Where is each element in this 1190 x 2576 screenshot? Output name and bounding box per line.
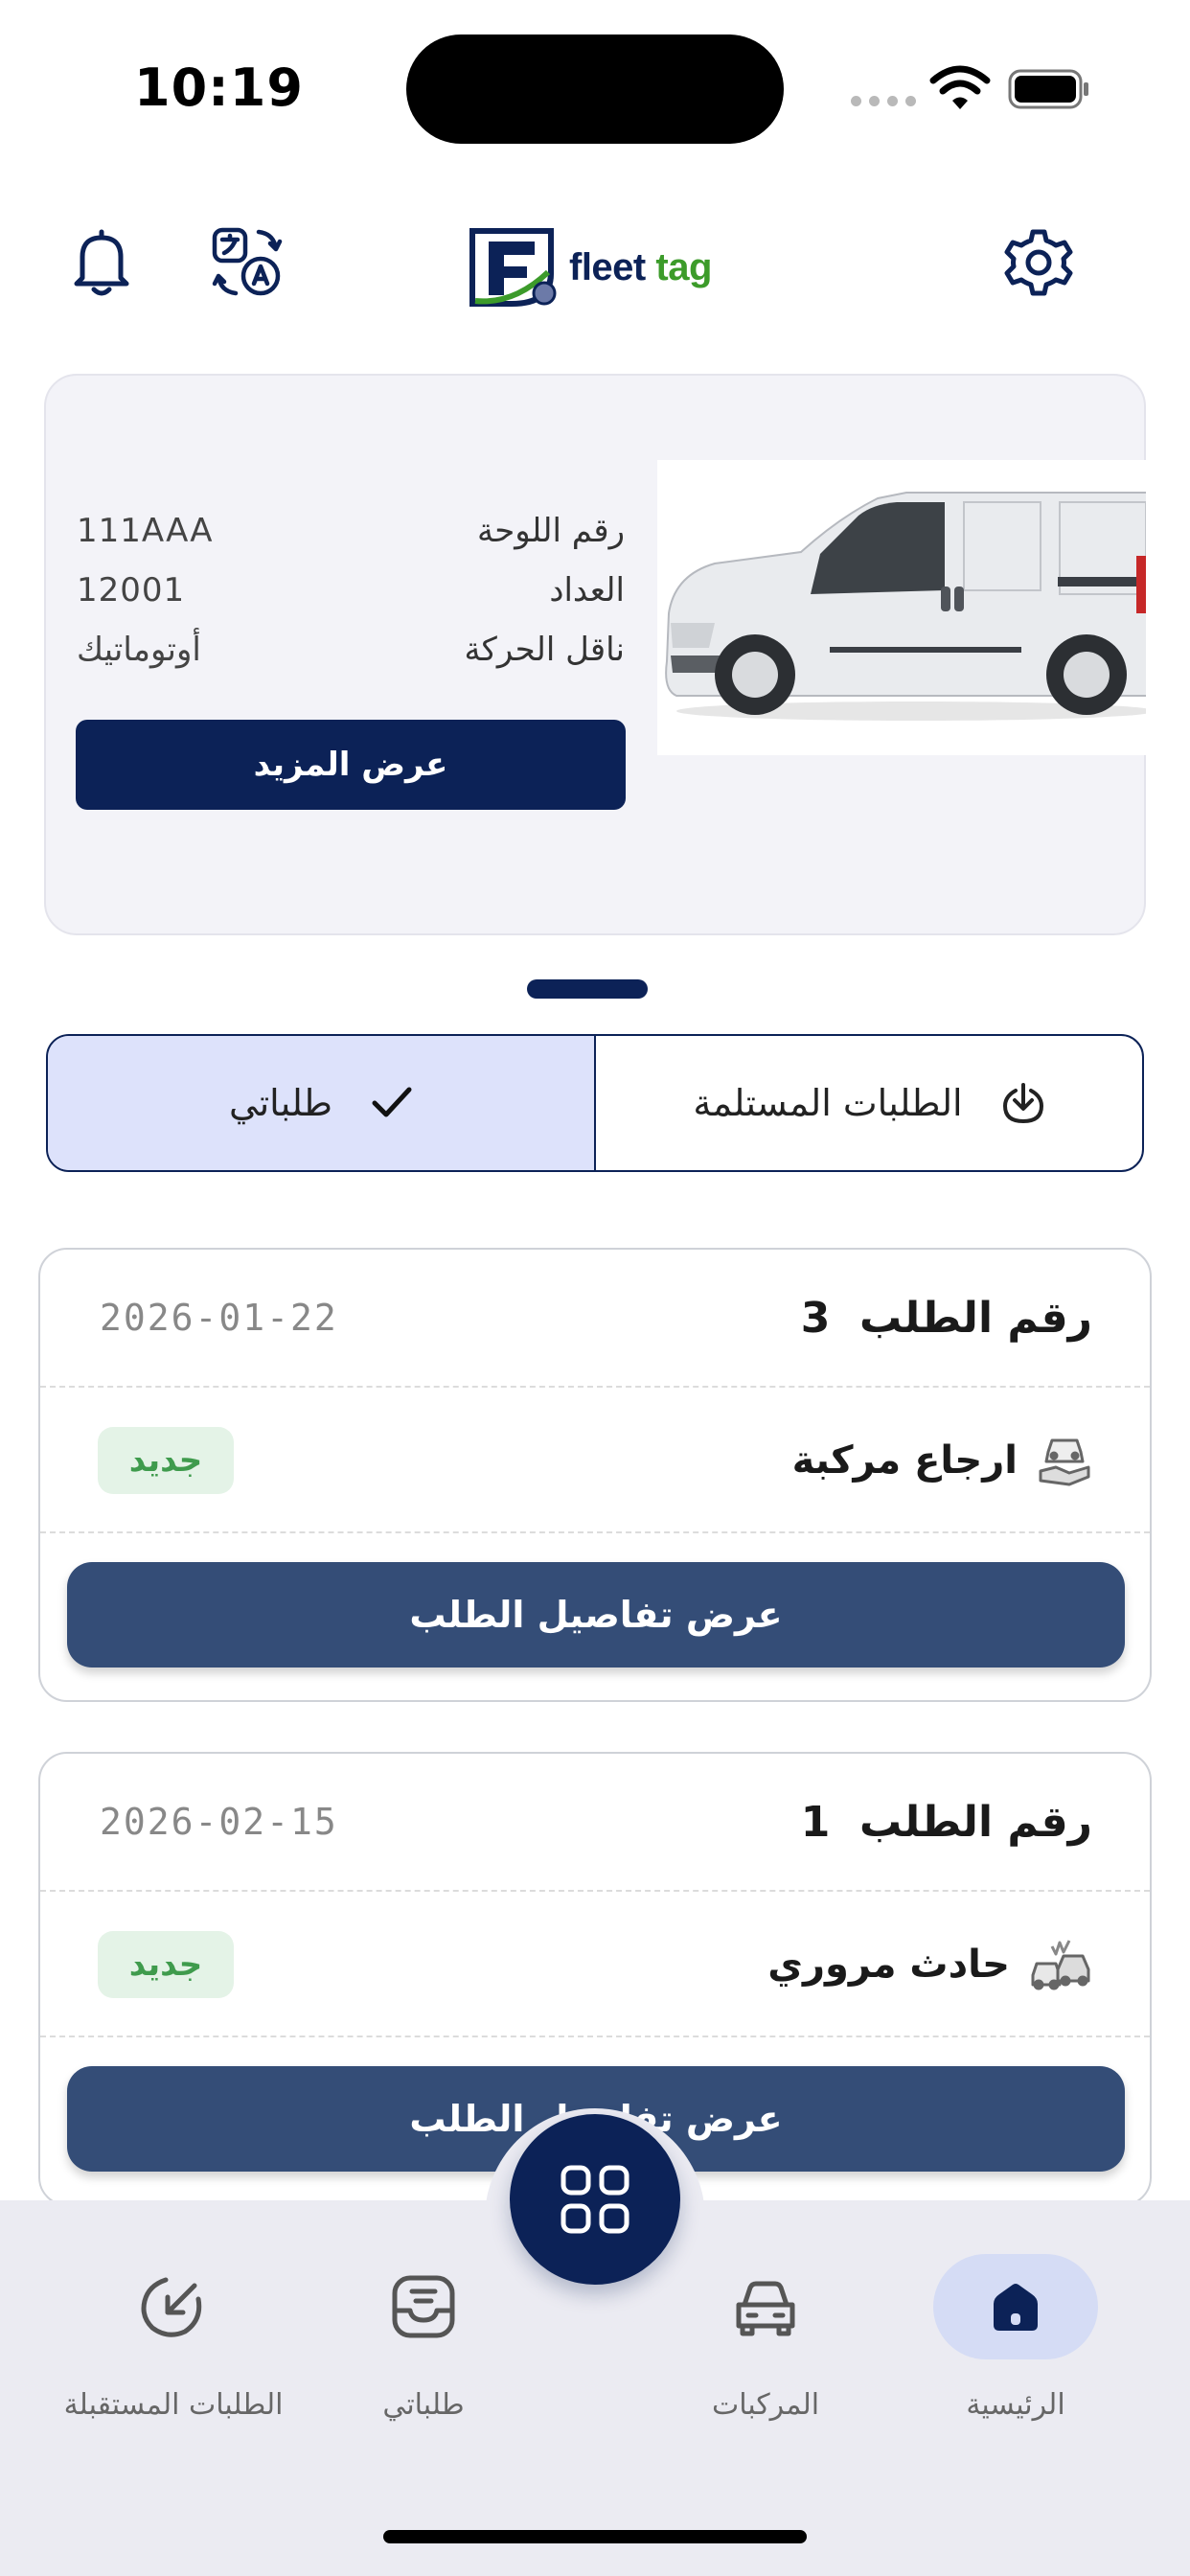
view-request-details-button[interactable]: عرض تفاصيل الطلب — [67, 1562, 1125, 1668]
tab-received-requests[interactable]: الطلبات المستلمة — [596, 1036, 1142, 1170]
request-card-header: 2026-02-15 رقم الطلب 1 — [40, 1754, 1150, 1892]
spec-row-transmission: أوتوماتيك ناقل الحركة — [77, 631, 625, 669]
request-date: 2026-01-22 — [100, 1297, 338, 1339]
request-type: حادث مروري — [767, 1937, 1092, 1992]
spec-row-plate: 111AAA رقم اللوحة — [77, 512, 625, 550]
requests-tab-switcher: طلباتي الطلبات المستلمة — [46, 1034, 1144, 1172]
request-type-label: ارجاع مركبة — [791, 1438, 1018, 1483]
car-return-icon — [1039, 1438, 1090, 1486]
plate-value: 111AAA — [77, 512, 214, 550]
carousel-page-indicator[interactable] — [527, 979, 648, 999]
nav-icon-wrap — [683, 2254, 848, 2359]
request-type-row: جديد ارجاع مركبة — [40, 1390, 1150, 1533]
fleet-tag-logo-mark — [469, 228, 557, 307]
nav-item-home[interactable]: الرئيسية — [933, 2254, 1098, 2422]
plate-label: رقم اللوحة — [477, 512, 625, 550]
request-date: 2026-02-15 — [100, 1801, 338, 1843]
tab-my-requests-label: طلباتي — [228, 1082, 333, 1124]
spec-row-odometer: 12001 العداد — [77, 571, 625, 610]
request-type: ارجاع مركبة — [792, 1433, 1092, 1488]
transmission-value: أوتوماتيك — [77, 631, 201, 669]
grid-menu-button[interactable] — [510, 2114, 680, 2285]
wifi-icon — [929, 65, 991, 109]
cellular-signal-icon — [851, 96, 916, 106]
request-title-label: رقم الطلب — [859, 1797, 1092, 1847]
logo-word-fleet: fleet — [569, 245, 646, 288]
vehicle-image — [657, 460, 1146, 755]
request-card-header: 2026-01-22 رقم الطلب 3 — [40, 1250, 1150, 1388]
nav-icon-wrap — [341, 2254, 506, 2359]
inbox-icon — [392, 2275, 455, 2338]
request-number: 3 — [800, 1293, 831, 1343]
status-badge: جديد — [98, 1931, 234, 1998]
show-more-button[interactable]: عرض المزيد — [76, 720, 626, 810]
grid-icon — [561, 2165, 629, 2234]
nav-item-incoming-requests[interactable]: الطلبات المستقبلة — [52, 2254, 295, 2422]
dynamic-island — [406, 34, 784, 144]
odometer-label: العداد — [549, 571, 625, 610]
nav-label: طلباتي — [382, 2388, 465, 2422]
request-type-label: حادث مروري — [767, 1943, 1010, 1987]
car-accident-icon — [1031, 1940, 1090, 1990]
tab-my-requests[interactable]: طلباتي — [48, 1036, 596, 1170]
request-title-label: رقم الطلب — [859, 1293, 1092, 1343]
car-icon — [736, 2281, 795, 2336]
transmission-label: ناقل الحركة — [464, 631, 625, 669]
nav-item-my-requests[interactable]: طلباتي — [341, 2254, 506, 2422]
home-icon — [994, 2284, 1038, 2331]
request-title: رقم الطلب 3 — [801, 1294, 1092, 1343]
nav-label: المركبات — [711, 2388, 820, 2422]
request-type-row: جديد حادث مروري — [40, 1894, 1150, 2037]
logo-wordmark: fleet tag — [569, 246, 712, 289]
tab-received-requests-label: الطلبات المستلمة — [693, 1082, 963, 1124]
logo-word-tag: tag — [655, 245, 712, 288]
nav-label: الطلبات المستقبلة — [63, 2388, 284, 2422]
status-badge: جديد — [98, 1427, 234, 1494]
download-icon — [1002, 1083, 1043, 1123]
settings-gear-icon[interactable] — [1000, 224, 1077, 301]
nav-icon-wrap — [933, 2254, 1098, 2359]
request-number: 1 — [800, 1797, 831, 1847]
bell-icon[interactable] — [63, 224, 140, 301]
nav-icon-wrap — [52, 2254, 295, 2359]
checkmark-icon — [372, 1087, 412, 1117]
nav-item-vehicles[interactable]: المركبات — [683, 2254, 848, 2422]
status-time: 10:19 — [134, 58, 304, 118]
request-card: 2026-01-22 رقم الطلب 3 جديد ارجاع مركبة … — [38, 1248, 1152, 1702]
fleet-tag-logo: fleet tag — [466, 224, 734, 310]
request-title: رقم الطلب 1 — [801, 1798, 1092, 1847]
translate-icon[interactable] — [209, 224, 286, 301]
incoming-arrow-icon — [141, 2277, 202, 2337]
battery-icon — [1008, 69, 1088, 109]
odometer-value: 12001 — [77, 571, 186, 610]
home-indicator — [383, 2530, 807, 2543]
nav-label: الرئيسية — [966, 2388, 1065, 2422]
